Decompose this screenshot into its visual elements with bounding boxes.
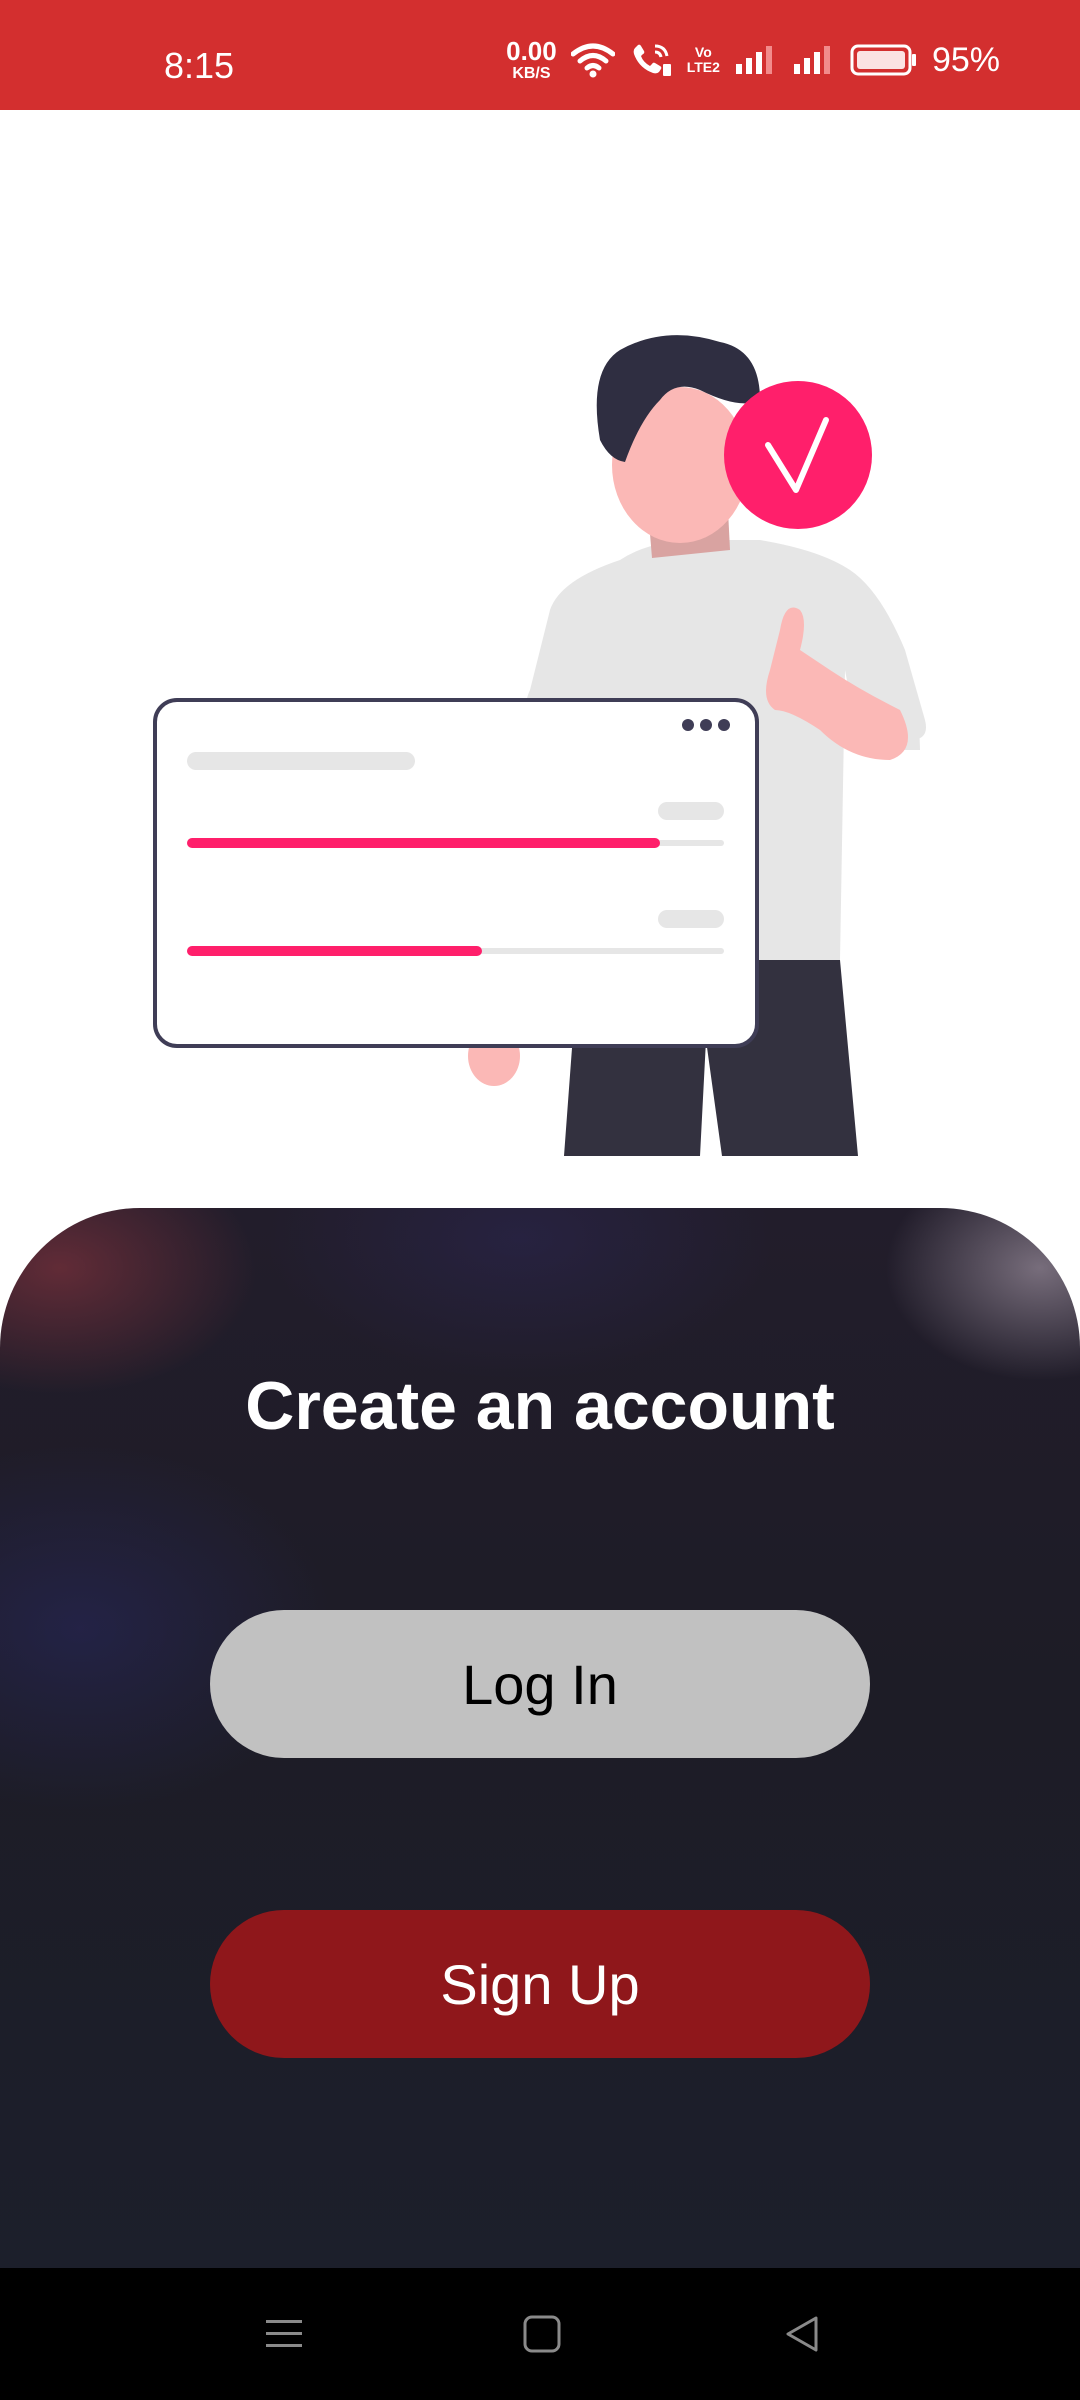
progress-bar-fill-1 <box>187 838 660 848</box>
back-triangle-icon[interactable] <box>766 2298 838 2370</box>
network-speed: 0.00 KB/S <box>506 38 557 82</box>
system-nav-bar <box>0 2268 1080 2400</box>
home-square-icon[interactable] <box>506 2298 578 2370</box>
wifi-calling-icon <box>633 44 671 76</box>
auth-panel: Create an account Log In Sign Up <box>0 1208 1080 2268</box>
status-time: 8:15 <box>164 45 235 86</box>
person-with-checkmark-illustration <box>153 335 926 1156</box>
network-speed-unit: KB/S <box>512 65 551 82</box>
status-icons: 0.00 KB/S Vo LTE2 95% <box>506 36 1000 84</box>
signal-sim1-icon <box>735 46 772 74</box>
network-speed-value: 0.00 <box>506 36 557 66</box>
login-button[interactable]: Log In <box>210 1610 870 1758</box>
signal-sim2-icon <box>793 46 830 74</box>
volte-icon: Vo LTE2 <box>687 45 720 74</box>
battery-percent: 95% <box>931 41 1000 79</box>
page-title: Create an account <box>245 1368 835 1444</box>
volte-top-label: Vo <box>694 44 712 61</box>
signup-button[interactable]: Sign Up <box>210 1910 870 2058</box>
volte-bottom-label: LTE2 <box>686 59 720 75</box>
wifi-icon <box>570 43 615 78</box>
app-screen: 8:15 0.00 KB/S Vo LTE2 95% Create an acc… <box>0 0 1080 2400</box>
status-bar: 8:15 0.00 KB/S Vo LTE2 95% <box>0 0 1080 110</box>
progress-bar-fill-2 <box>187 946 482 956</box>
menu-icon[interactable] <box>248 2298 320 2370</box>
battery-icon <box>850 44 916 76</box>
